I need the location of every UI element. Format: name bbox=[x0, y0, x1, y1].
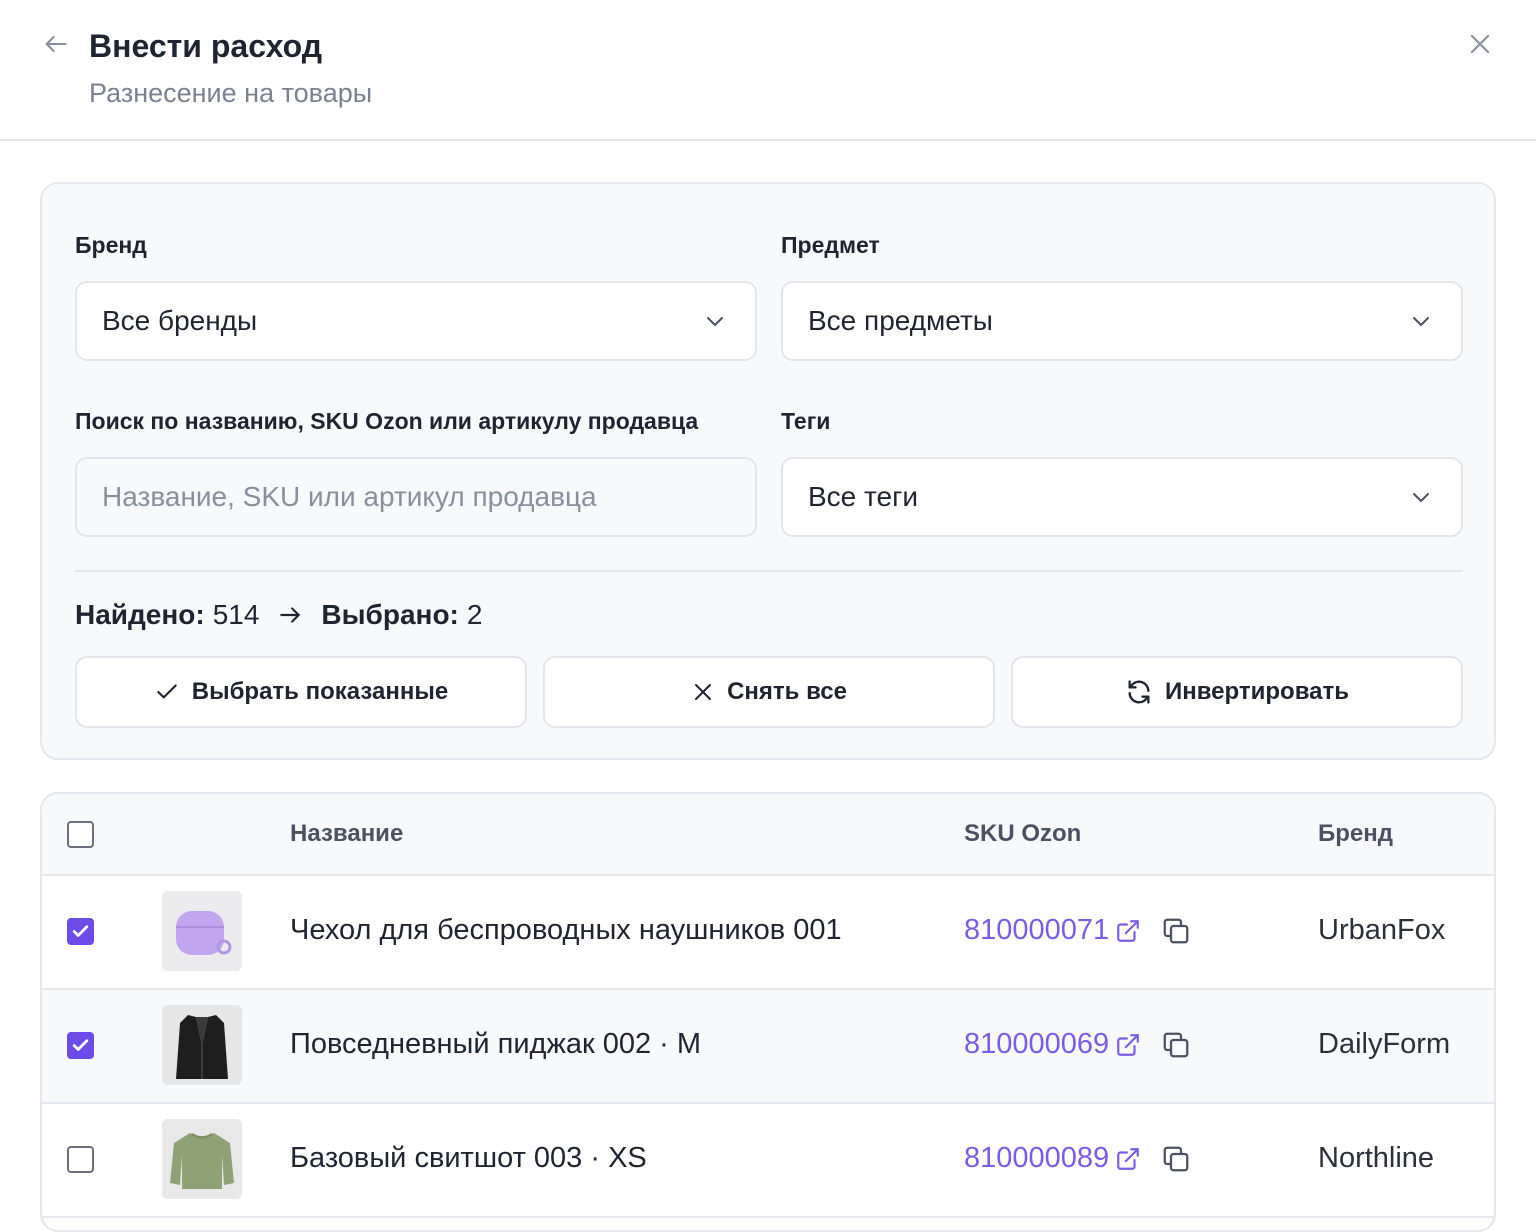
tags-filter-label: Теги bbox=[781, 408, 831, 434]
refresh-icon bbox=[1128, 680, 1150, 704]
tags-select-value: Все теги bbox=[808, 481, 918, 512]
check-icon bbox=[72, 1039, 89, 1051]
table-row[interactable]: Чехол для беспроводных наушников 001 810… bbox=[42, 876, 1494, 990]
table-row[interactable]: Повседневный пиджак 002 · M 810000069 Da… bbox=[42, 990, 1494, 1104]
subject-select-value: Все предметы bbox=[808, 305, 993, 336]
selected-count: 2 bbox=[466, 599, 483, 630]
sku-link[interactable]: 810000089 bbox=[964, 1142, 1109, 1175]
column-header-name: Название bbox=[290, 820, 404, 847]
copy-icon[interactable] bbox=[1161, 1144, 1191, 1174]
search-label: Поиск по названию, SKU Ozon или артикулу… bbox=[75, 408, 699, 434]
sku-link[interactable]: 810000069 bbox=[964, 1028, 1109, 1061]
selection-summary: Найдено: 514 Выбрано: 2 bbox=[75, 599, 482, 631]
filter-panel: Бренд Все бренды Предмет Все предметы По… bbox=[40, 182, 1496, 760]
external-link-icon[interactable] bbox=[1115, 1146, 1141, 1172]
close-icon bbox=[695, 684, 712, 700]
blazer-image bbox=[162, 1005, 242, 1085]
select-shown-button[interactable]: Выбрать показанные bbox=[75, 656, 527, 728]
subject-filter-label: Предмет bbox=[781, 232, 880, 258]
table-header: Название SKU Ozon Бренд bbox=[42, 794, 1494, 876]
close-icon bbox=[1470, 34, 1490, 54]
row-checkbox[interactable] bbox=[67, 1146, 94, 1173]
brand-select[interactable]: Все бренды bbox=[75, 281, 757, 361]
dialog-title: Внести расход bbox=[89, 28, 322, 64]
external-link-icon[interactable] bbox=[1115, 918, 1141, 944]
search-field bbox=[75, 457, 757, 537]
arrow-left-icon bbox=[45, 35, 67, 53]
brand-select-value: Все бренды bbox=[102, 305, 258, 336]
clear-all-button[interactable]: Снять все bbox=[543, 656, 995, 728]
product-name: Чехол для беспроводных наушников 001 bbox=[290, 914, 842, 946]
sweatshirt-image bbox=[162, 1119, 242, 1199]
selected-label: Выбрано: bbox=[321, 599, 459, 630]
tags-select[interactable]: Все теги bbox=[781, 457, 1463, 537]
search-input[interactable] bbox=[79, 461, 753, 533]
sku-link[interactable]: 810000071 bbox=[964, 914, 1109, 947]
found-label: Найдено: bbox=[75, 599, 205, 630]
product-thumbnail bbox=[162, 891, 242, 971]
row-checkbox[interactable] bbox=[67, 918, 94, 945]
close-button[interactable] bbox=[1464, 28, 1496, 60]
divider bbox=[75, 570, 1463, 572]
sku-cell: 810000069 bbox=[964, 1028, 1191, 1061]
chevron-down-icon bbox=[707, 317, 723, 326]
product-brand: DailyForm bbox=[1318, 1028, 1451, 1060]
product-brand: Northline bbox=[1318, 1142, 1435, 1174]
sku-cell: 810000071 bbox=[964, 914, 1191, 947]
sku-cell: 810000089 bbox=[964, 1142, 1191, 1175]
external-link-icon[interactable] bbox=[1115, 1032, 1141, 1058]
product-thumbnail bbox=[162, 1005, 242, 1085]
column-header-brand: Бренд bbox=[1318, 820, 1393, 847]
select-all-checkbox[interactable] bbox=[67, 821, 94, 848]
brand-filter-label: Бренд bbox=[75, 232, 147, 258]
check-icon bbox=[72, 925, 89, 937]
back-button[interactable] bbox=[40, 28, 72, 60]
arrow-right-icon bbox=[280, 607, 301, 623]
row-checkbox[interactable] bbox=[67, 1032, 94, 1059]
invert-button[interactable]: Инвертировать bbox=[1011, 656, 1463, 728]
product-name: Повседневный пиджак 002 · M bbox=[290, 1028, 702, 1060]
found-count: 514 bbox=[212, 599, 260, 630]
dialog-subtitle: Разнесение на товары bbox=[89, 78, 373, 108]
subject-select[interactable]: Все предметы bbox=[781, 281, 1463, 361]
dialog-header: Внести расход Разнесение на товары bbox=[0, 0, 1536, 141]
select-shown-label: Выбрать показанные bbox=[191, 678, 449, 705]
copy-icon[interactable] bbox=[1161, 1030, 1191, 1060]
clear-all-label: Снять все bbox=[727, 678, 847, 705]
column-header-sku: SKU Ozon bbox=[964, 820, 1082, 847]
table-row[interactable]: Базовый свитшот 003 · XS 810000089 North… bbox=[42, 1104, 1494, 1218]
chevron-down-icon bbox=[1413, 493, 1429, 502]
check-icon bbox=[157, 684, 177, 699]
products-table: Название SKU Ozon Бренд Чехол для беспро… bbox=[40, 792, 1496, 1232]
product-thumbnail bbox=[162, 1119, 242, 1199]
product-brand: UrbanFox bbox=[1318, 914, 1446, 946]
invert-label: Инвертировать bbox=[1165, 678, 1349, 705]
chevron-down-icon bbox=[1413, 317, 1429, 326]
copy-icon[interactable] bbox=[1161, 916, 1191, 946]
product-name: Базовый свитшот 003 · XS bbox=[290, 1142, 647, 1174]
airpods-case-image bbox=[162, 891, 242, 971]
